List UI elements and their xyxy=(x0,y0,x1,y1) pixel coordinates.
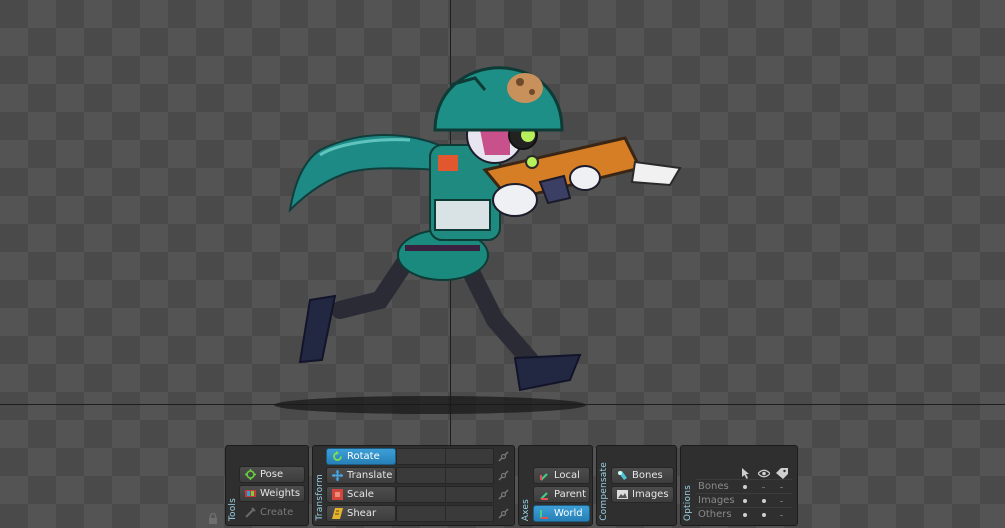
transform-panel: Transform Rotate Translate Scale Shear xyxy=(312,445,515,526)
pose-icon xyxy=(245,469,256,480)
others-select-toggle[interactable] xyxy=(743,513,747,517)
parent-axis-button[interactable]: Parent xyxy=(533,486,590,503)
compensate-images-button[interactable]: Images xyxy=(611,486,674,503)
scale-label: Scale xyxy=(347,489,374,500)
compensate-images-label: Images xyxy=(632,489,669,500)
compensate-panel-title: Compensate xyxy=(599,462,609,521)
bones-names-toggle[interactable] xyxy=(780,487,783,488)
bones-visibility-toggle[interactable] xyxy=(762,487,765,488)
images-select-toggle[interactable] xyxy=(743,499,747,503)
soldier-character[interactable] xyxy=(280,60,690,410)
compensate-bones-button[interactable]: Bones xyxy=(611,467,674,484)
options-row-bones-label: Bones xyxy=(698,481,729,492)
options-row-bones: Bones xyxy=(696,479,792,493)
rotate-value-slider[interactable] xyxy=(396,448,494,465)
weights-icon xyxy=(245,490,256,497)
shear-value-slider[interactable] xyxy=(396,505,494,522)
create-button[interactable]: Create xyxy=(239,504,305,521)
rotate-label: Rotate xyxy=(347,451,380,462)
others-visibility-toggle[interactable] xyxy=(762,513,766,517)
shear-link-icon[interactable] xyxy=(498,508,509,519)
parent-axis-label: Parent xyxy=(554,489,587,500)
rotate-button[interactable]: Rotate xyxy=(326,448,396,465)
shear-label: Shear xyxy=(347,508,377,519)
scale-value-slider[interactable] xyxy=(396,486,494,503)
weights-button[interactable]: Weights xyxy=(239,485,305,502)
options-panel: Options Bones Images Others xyxy=(680,445,798,526)
options-row-images-label: Images xyxy=(698,495,735,506)
parent-axis-icon xyxy=(540,492,548,500)
translate-link-icon[interactable] xyxy=(498,470,509,481)
translate-label: Translate xyxy=(347,470,393,481)
scale-icon xyxy=(332,489,343,500)
rotate-icon xyxy=(333,451,342,461)
world-axis-button[interactable]: World xyxy=(533,505,590,522)
shear-button[interactable]: Shear xyxy=(326,505,396,522)
translate-button[interactable]: Translate xyxy=(326,467,396,484)
options-panel-title: Options xyxy=(683,484,693,521)
bones-icon xyxy=(618,471,627,480)
options-row-others: Others xyxy=(696,507,792,521)
translate-value-slider[interactable] xyxy=(396,467,494,484)
visibility-icon xyxy=(758,469,770,478)
names-icon xyxy=(776,468,788,479)
tools-panel: Tools Pose Weights Create xyxy=(225,445,309,526)
tools-panel-title: Tools xyxy=(228,497,238,521)
others-names-toggle[interactable] xyxy=(780,515,783,516)
images-visibility-toggle[interactable] xyxy=(762,499,766,503)
transform-panel-title: Transform xyxy=(315,474,325,521)
images-icon xyxy=(617,490,628,499)
world-axis-icon xyxy=(540,510,548,519)
bones-select-toggle[interactable] xyxy=(743,485,747,489)
create-label: Create xyxy=(260,507,294,518)
lock-icon[interactable] xyxy=(208,513,218,524)
options-row-others-label: Others xyxy=(698,509,732,520)
world-axis-label: World xyxy=(554,508,583,519)
compensate-bones-label: Bones xyxy=(632,470,663,481)
select-icon xyxy=(742,468,749,479)
shear-icon xyxy=(332,508,343,519)
pose-label: Pose xyxy=(260,469,284,480)
local-axis-button[interactable]: Local xyxy=(533,467,590,484)
axes-panel: Axes Local Parent World xyxy=(518,445,593,526)
pose-button[interactable]: Pose xyxy=(239,466,305,483)
scale-link-icon[interactable] xyxy=(498,489,509,500)
axes-panel-title: Axes xyxy=(521,498,531,521)
options-row-images: Images xyxy=(696,493,792,507)
compensate-panel: Compensate Bones Images xyxy=(596,445,677,526)
scale-button[interactable]: Scale xyxy=(326,486,396,503)
weights-label: Weights xyxy=(260,488,301,499)
create-icon xyxy=(245,507,256,518)
local-axis-label: Local xyxy=(554,470,580,481)
local-axis-icon xyxy=(540,473,548,481)
translate-icon xyxy=(332,470,343,481)
rotate-link-icon[interactable] xyxy=(498,451,509,462)
images-names-toggle[interactable] xyxy=(780,501,783,502)
